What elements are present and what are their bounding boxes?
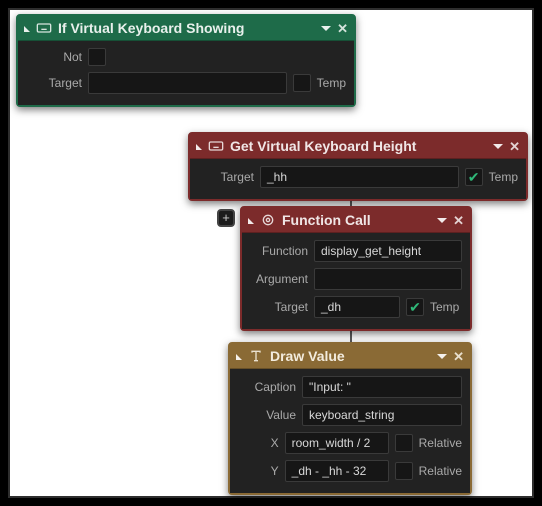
caption-input[interactable]: "Input: " — [302, 376, 462, 398]
node-titlebar[interactable]: Draw Value ✕ — [230, 344, 470, 369]
node-function-call[interactable]: Function Call ✕ Function display_get_hei… — [240, 206, 472, 331]
temp-checkbox[interactable]: ✔ — [465, 168, 483, 186]
target-input[interactable]: _hh — [260, 166, 459, 188]
collapse-icon[interactable] — [24, 26, 30, 32]
node-titlebar[interactable]: Function Call ✕ — [242, 208, 470, 233]
node-title: Draw Value — [270, 348, 345, 364]
target-label: Target — [250, 300, 308, 314]
close-icon[interactable]: ✕ — [509, 140, 520, 153]
collapse-icon[interactable] — [248, 218, 254, 224]
close-icon[interactable]: ✕ — [337, 22, 348, 35]
function-input[interactable]: display_get_height — [314, 240, 462, 262]
x-relative-checkbox[interactable]: ✔ — [395, 434, 413, 452]
node-titlebar[interactable]: If Virtual Keyboard Showing ✕ — [18, 16, 354, 41]
not-label: Not — [26, 50, 82, 64]
text-icon — [248, 348, 264, 364]
temp-label: Temp — [430, 300, 459, 314]
y-input[interactable]: _dh - _hh - 32 — [285, 460, 389, 482]
target-input[interactable] — [88, 72, 287, 94]
collapse-icon[interactable] — [236, 354, 242, 360]
node-titlebar[interactable]: Get Virtual Keyboard Height ✕ — [190, 134, 526, 159]
temp-checkbox[interactable]: ✔ — [293, 74, 311, 92]
keyboard-icon — [36, 20, 52, 36]
node-body: Function display_get_height Argument Tar… — [242, 233, 470, 329]
keyboard-icon — [208, 138, 224, 154]
argument-label: Argument — [250, 272, 308, 286]
node-title: Function Call — [282, 212, 371, 228]
gear-icon — [260, 212, 276, 228]
node-if-virtual-keyboard-showing[interactable]: If Virtual Keyboard Showing ✕ Not ✔ Targ… — [16, 14, 356, 107]
x-input[interactable]: room_width / 2 — [285, 432, 389, 454]
temp-checkbox[interactable]: ✔ — [406, 298, 424, 316]
close-icon[interactable]: ✕ — [453, 350, 464, 363]
y-label: Y — [238, 464, 279, 478]
node-title: If Virtual Keyboard Showing — [58, 20, 244, 36]
caption-label: Caption — [238, 380, 296, 394]
relative-label: Relative — [419, 436, 462, 450]
target-label: Target — [198, 170, 254, 184]
temp-label: Temp — [489, 170, 518, 184]
add-node-button[interactable]: + — [217, 209, 235, 227]
close-icon[interactable]: ✕ — [453, 214, 464, 227]
target-input[interactable]: _dh — [314, 296, 400, 318]
chevron-down-icon[interactable] — [493, 144, 503, 149]
x-label: X — [238, 436, 279, 450]
collapse-icon[interactable] — [196, 144, 202, 150]
chevron-down-icon[interactable] — [321, 26, 331, 31]
node-body: Not ✔ Target ✔ Temp — [18, 41, 354, 105]
node-get-virtual-keyboard-height[interactable]: Get Virtual Keyboard Height ✕ Target _hh… — [188, 132, 528, 201]
value-input[interactable]: keyboard_string — [302, 404, 462, 426]
y-relative-checkbox[interactable]: ✔ — [395, 462, 413, 480]
chevron-down-icon[interactable] — [437, 354, 447, 359]
graph-canvas[interactable]: If Virtual Keyboard Showing ✕ Not ✔ Targ… — [8, 8, 534, 498]
value-label: Value — [238, 408, 296, 422]
chevron-down-icon[interactable] — [437, 218, 447, 223]
node-title: Get Virtual Keyboard Height — [230, 138, 416, 154]
not-checkbox[interactable]: ✔ — [88, 48, 106, 66]
temp-label: Temp — [317, 76, 346, 90]
node-body: Caption "Input: " Value keyboard_string … — [230, 369, 470, 493]
target-label: Target — [26, 76, 82, 90]
function-label: Function — [250, 244, 308, 258]
relative-label: Relative — [419, 464, 462, 478]
node-body: Target _hh ✔ Temp — [190, 159, 526, 199]
node-draw-value[interactable]: Draw Value ✕ Caption "Input: " Value key… — [228, 342, 472, 495]
argument-input[interactable] — [314, 268, 462, 290]
